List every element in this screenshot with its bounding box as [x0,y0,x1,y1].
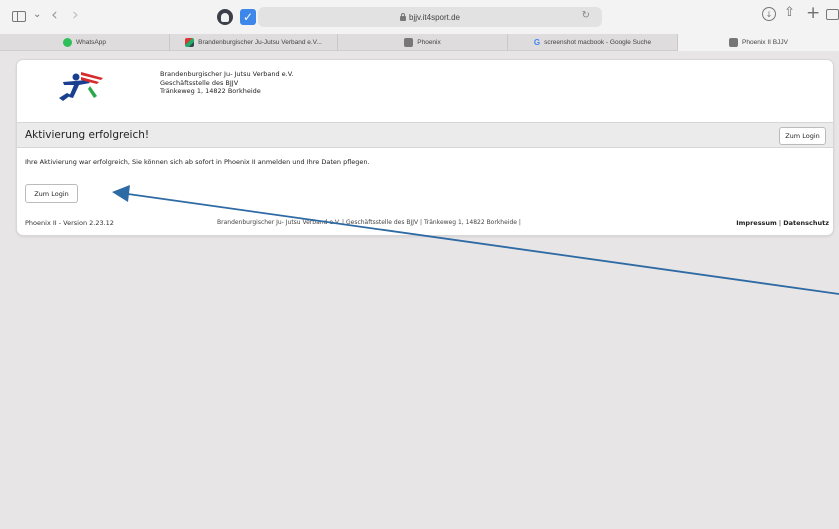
tab-whatsapp[interactable]: WhatsApp [0,34,170,51]
phoenix-icon [404,38,414,47]
checkbox-extension-icon[interactable]: ✓ [240,9,256,25]
whatsapp-icon [63,38,72,47]
activation-message: Ihre Aktivierung war erfolgreich, Sie kö… [25,158,370,166]
login-button[interactable]: Zum Login [25,184,78,203]
phoenix-icon [729,38,739,47]
tab-phoenix-ii[interactable]: Phoenix II BJJV [678,34,839,51]
sidebar-toggle-icon[interactable] [12,11,26,22]
tab-google-search[interactable]: G screenshot macbook - Google Suche [508,34,678,51]
login-button-top[interactable]: Zum Login [779,127,826,145]
back-arrow-icon[interactable]: ‹ [51,5,58,25]
tab-label: WhatsApp [76,39,106,46]
forward-arrow-icon[interactable]: › [72,5,79,25]
tab-bjjv[interactable]: Brandenburgischer Ju-Jutsu Verband e.V..… [170,34,338,51]
page-card: Brandenburgischer Ju- Jutsu Verband e.V.… [17,60,833,235]
version-text: Phoenix II - Version 2.23.12 [25,219,114,227]
ghost-extension-icon[interactable] [217,9,233,25]
bjjv-logo [59,72,103,101]
org-info: Brandenburgischer Ju- Jutsu Verband e.V.… [160,70,293,96]
tab-label: screenshot macbook - Google Suche [544,39,652,46]
browser-toolbar: ⌄ ‹ › ✓ bjjv.it4sport.de ↻ ↓ ⇧ + [0,0,839,34]
page-title: Aktivierung erfolgreich! [25,129,150,141]
impressum-link[interactable]: Impressum [736,219,777,227]
tab-label: Brandenburgischer Ju-Jutsu Verband e.V..… [198,39,322,46]
datenschutz-link[interactable]: Datenschutz [783,219,829,227]
heading-bar: Aktivierung erfolgreich! Zum Login [17,122,833,148]
lock-icon [400,12,406,21]
share-icon[interactable]: ⇧ [784,5,795,20]
tab-phoenix[interactable]: Phoenix [338,34,508,51]
footer-links: Impressum | Datenschutz [736,219,829,227]
address-bar[interactable]: bjjv.it4sport.de ↻ [258,7,602,27]
google-icon: G [533,38,541,47]
bjjv-icon [185,38,195,47]
chevron-down-icon[interactable]: ⌄ [33,9,41,20]
footer-separator: | [778,219,782,227]
org-address: Tränkeweg 1, 14822 Borkheide [160,87,261,95]
org-name: Brandenburgischer Ju- Jutsu Verband e.V. [160,70,294,78]
tab-overview-icon[interactable] [826,9,839,20]
url-text: bjjv.it4sport.de [409,12,460,22]
tab-label: Phoenix II BJJV [742,39,788,46]
reload-icon[interactable]: ↻ [582,10,590,21]
tab-bar: WhatsApp Brandenburgischer Ju-Jutsu Verb… [0,34,839,51]
download-icon[interactable]: ↓ [762,7,776,21]
footer-address: Brandenburgischer Ju- Jutsu Verband e.V.… [217,219,521,226]
org-office: Geschäftsstelle des BJJV [160,78,239,87]
new-tab-icon[interactable]: + [806,3,820,23]
tab-label: Phoenix [417,39,441,46]
